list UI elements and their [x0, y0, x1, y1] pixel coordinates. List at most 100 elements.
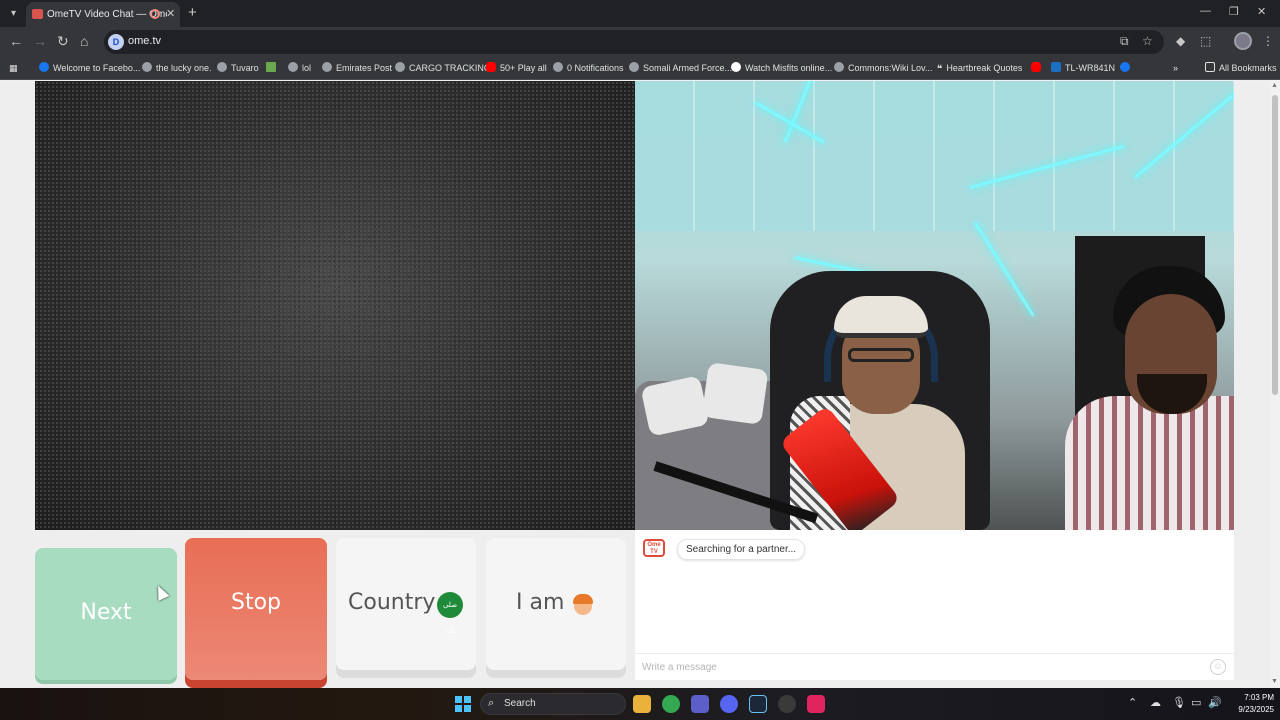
bookmark-item[interactable] — [266, 62, 280, 74]
country-button[interactable]: Country صلى الله — [336, 538, 476, 670]
clock-time: 7:03 PM — [1244, 693, 1274, 702]
window-close-icon[interactable]: ✕ — [1257, 5, 1266, 18]
bookmark-item[interactable]: Emirates Post — [322, 62, 392, 74]
globe-icon — [629, 62, 639, 72]
boy-avatar-icon — [571, 592, 595, 616]
site-info-icon[interactable]: D — [108, 34, 124, 50]
discord-icon[interactable] — [720, 695, 738, 713]
ometv-logo-icon: Ome TV — [643, 539, 665, 557]
globe-icon — [142, 62, 152, 72]
tab-title: OmeTV Video Chat — Ome — [47, 9, 167, 20]
browser-toolbar: ← → ↻ ⌂ D ome.tv ⧉ ☆ ◆ ⬚ ⋮ — [0, 27, 1280, 57]
message-input[interactable] — [642, 659, 1192, 676]
bookmark-item[interactable]: Welcome to Facebo... — [39, 62, 140, 74]
windows-taskbar: ⌕ Search ⌃ ☁ 🎙 ▭ 🔊 7:03 PM 9/23/2025 — [0, 688, 1280, 720]
scrollbar-thumb[interactable] — [1272, 95, 1278, 395]
bookmark-item[interactable]: TL-WR841N — [1051, 62, 1115, 74]
globe-icon — [553, 62, 563, 72]
apps-grid-icon[interactable]: ▦ — [9, 62, 18, 74]
emoji-icon[interactable]: ☺ — [1210, 659, 1226, 675]
microphone-icon[interactable]: 🎙 — [1172, 697, 1186, 709]
chat-panel: Ome TV Searching for a partner... ☺ — [635, 530, 1234, 680]
scroll-up-icon[interactable]: ▲ — [1271, 82, 1278, 89]
bookmark-item[interactable]: Somali Armed Force... — [629, 62, 732, 74]
youtube-icon — [1031, 62, 1041, 72]
menu-kebab-icon[interactable]: ⋮ — [1262, 35, 1274, 47]
chrome-icon[interactable] — [662, 695, 680, 713]
all-bookmarks-folder[interactable]: All Bookmarks — [1205, 62, 1277, 74]
facebook-icon — [39, 62, 49, 72]
steam-icon[interactable] — [749, 695, 767, 713]
bookmark-item[interactable]: the lucky one. — [142, 62, 212, 74]
tab-search-icon[interactable]: ▾ — [5, 5, 22, 22]
tplink-icon — [1051, 62, 1061, 72]
browser-tab-strip: ▾ OmeTV Video Chat — Ome ✕ + — ❐ ✕ — [0, 0, 1280, 27]
bookmarks-overflow-icon[interactable]: » — [1173, 62, 1178, 74]
windows-start-icon[interactable] — [455, 696, 471, 712]
bookmark-item[interactable]: 0 Notifications — [553, 62, 624, 74]
quote-icon: ❝ — [937, 64, 943, 75]
status-message: Searching for a partner... — [677, 539, 806, 560]
tab-ometv[interactable]: OmeTV Video Chat — Ome ✕ — [26, 2, 180, 27]
scroll-down-icon[interactable]: ▼ — [1271, 678, 1278, 685]
next-button[interactable]: Next — [35, 548, 177, 680]
gender-button[interactable]: I am — [486, 538, 626, 670]
stop-button[interactable]: Stop — [185, 538, 327, 680]
teams-icon[interactable] — [691, 695, 709, 713]
wikimedia-icon — [834, 62, 844, 72]
saudi-flag-icon: صلى الله — [437, 592, 463, 635]
globe-icon — [288, 62, 298, 72]
partner-video — [35, 81, 635, 530]
bookmark-item[interactable] — [1031, 62, 1045, 74]
facebook-icon — [1120, 62, 1130, 72]
country-label: Country — [348, 590, 436, 615]
extension-diamond-icon[interactable]: ◆ — [1176, 35, 1185, 47]
home-icon[interactable]: ⌂ — [80, 34, 88, 48]
bookmark-item[interactable]: ❝ Heartbreak Quotes — [937, 62, 1022, 75]
forward-icon[interactable]: → — [33, 34, 47, 48]
search-icon: ⌕ — [488, 697, 495, 709]
address-url[interactable]: ome.tv — [128, 35, 161, 47]
file-explorer-icon[interactable] — [633, 695, 651, 713]
tray-overflow-icon[interactable]: ⌃ — [1128, 697, 1137, 709]
taskbar-search[interactable]: ⌕ Search — [480, 693, 626, 715]
bookmark-star-icon[interactable]: ☆ — [1142, 35, 1153, 47]
stop-label: Stop — [230, 590, 281, 615]
folder-icon — [1205, 62, 1215, 72]
page-scrollbar[interactable]: ▲ ▼ — [1270, 81, 1280, 688]
reload-icon[interactable]: ↻ — [57, 34, 69, 48]
bookmark-item[interactable]: CARGO TRACKING — [395, 62, 491, 74]
bookmark-item[interactable]: Commons:Wiki Lov... — [834, 62, 932, 74]
bookmark-item[interactable]: Tuvaro — [217, 62, 259, 74]
profile-avatar[interactable] — [1234, 32, 1252, 50]
i-am-label: I am — [516, 590, 565, 615]
restore-icon[interactable]: ❐ — [1229, 5, 1239, 18]
recording-indicator-icon — [150, 9, 160, 19]
bookmark-item[interactable]: lol — [288, 62, 311, 74]
video-ceiling — [635, 81, 1234, 231]
self-video — [635, 81, 1234, 530]
minimize-icon[interactable]: — — [1200, 5, 1211, 17]
google-icon — [731, 62, 741, 72]
globe-icon — [395, 62, 405, 72]
bookmark-item[interactable]: 50+ Play all — [486, 62, 547, 74]
ometv-favicon-icon — [32, 9, 43, 19]
install-app-icon[interactable]: ⧉ — [1120, 35, 1129, 47]
new-tab-icon[interactable]: + — [188, 4, 197, 21]
youtube-icon — [486, 62, 496, 72]
network-icon[interactable]: ▭ — [1191, 697, 1201, 709]
video-person-right — [1065, 266, 1234, 530]
tiktok-icon[interactable] — [807, 695, 825, 713]
back-icon[interactable]: ← — [9, 34, 23, 48]
bookmark-item[interactable] — [1120, 62, 1134, 74]
bookmarks-bar: ▦ Welcome to Facebo... the lucky one. Tu… — [0, 57, 1280, 80]
tab-close-icon[interactable]: ✕ — [166, 7, 175, 20]
extensions-puzzle-icon[interactable]: ⬚ — [1200, 35, 1211, 47]
onedrive-icon[interactable]: ☁ — [1150, 697, 1161, 709]
globe-icon — [217, 62, 227, 72]
bookmark-item[interactable]: Watch Misfits online... — [731, 62, 832, 74]
system-clock[interactable]: 7:03 PM 9/23/2025 — [1222, 692, 1274, 716]
volume-icon[interactable]: 🔊 — [1208, 697, 1222, 709]
address-bar[interactable]: D ome.tv — [104, 30, 1164, 54]
app-icon[interactable] — [778, 695, 796, 713]
